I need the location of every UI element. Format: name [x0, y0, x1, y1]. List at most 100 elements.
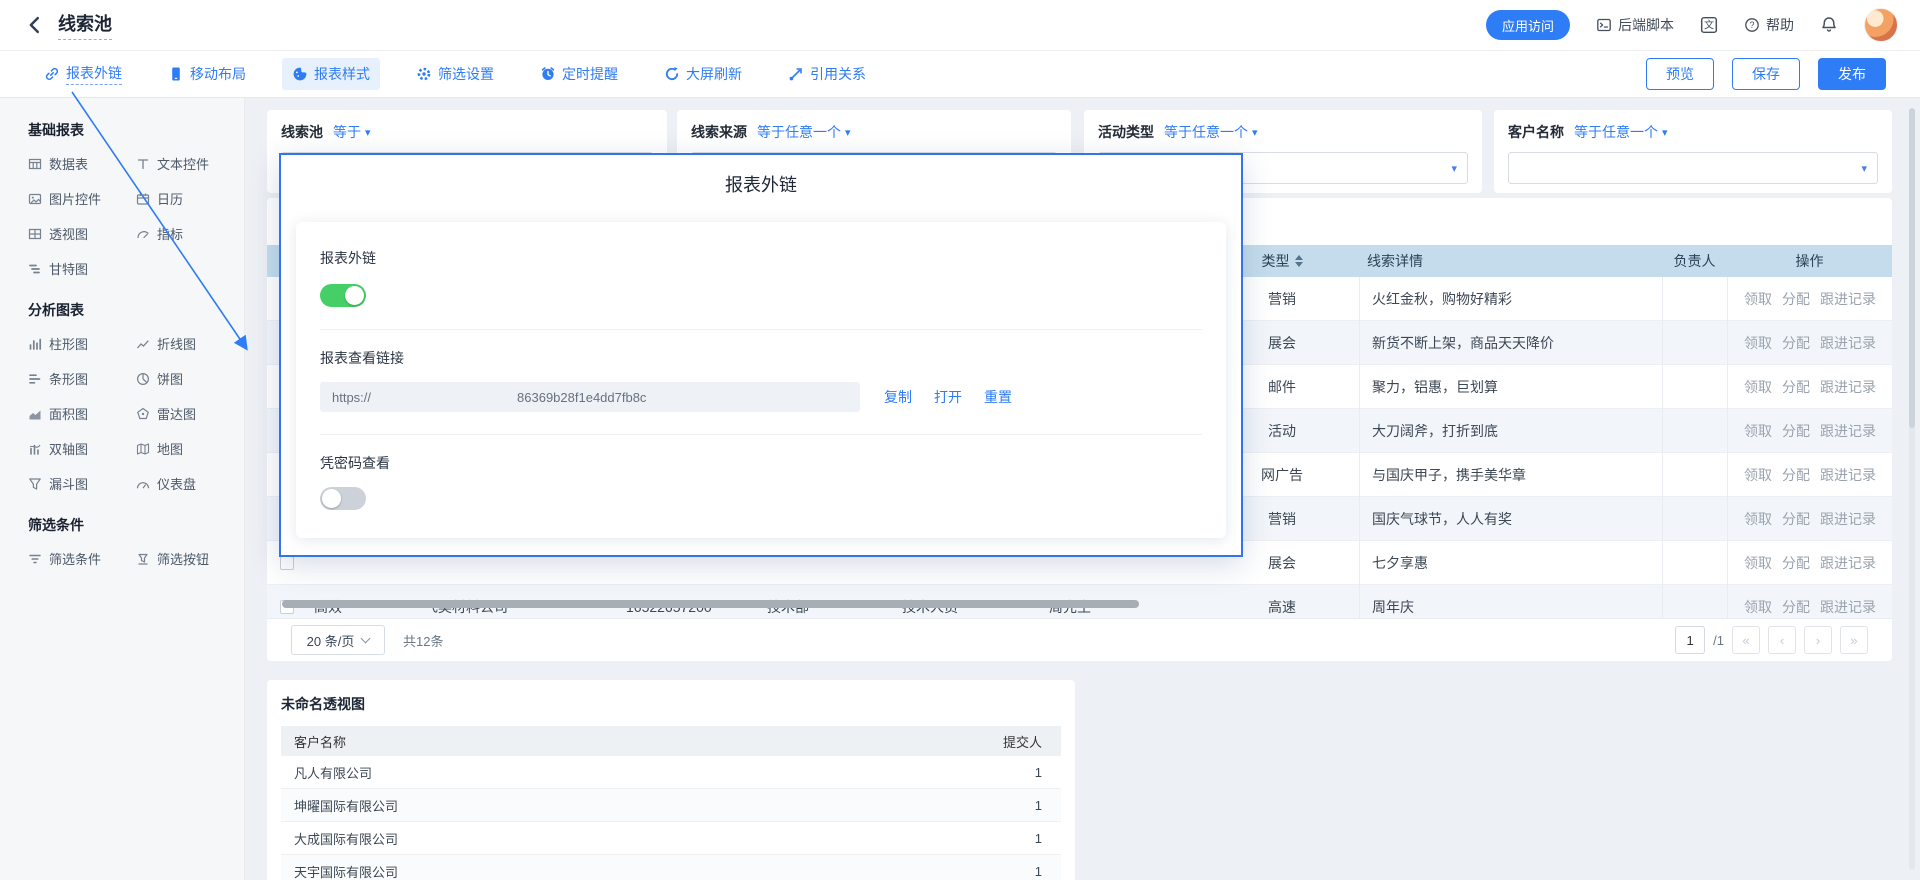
- sidebar-item-image-widget[interactable]: 图片控件: [28, 189, 136, 208]
- sort-icon[interactable]: [1295, 255, 1303, 267]
- claim-action[interactable]: 领取: [1744, 421, 1772, 441]
- current-page-input[interactable]: 1: [1675, 626, 1705, 654]
- svg-text:?: ?: [1749, 20, 1754, 30]
- assign-action[interactable]: 分配: [1782, 333, 1810, 353]
- help-button[interactable]: ? 帮助: [1744, 15, 1794, 35]
- page-size-select[interactable]: 20 条/页: [291, 625, 385, 655]
- sidebar-item-area-chart[interactable]: 面积图: [28, 404, 136, 423]
- followup-record-action[interactable]: 跟进记录: [1820, 333, 1876, 353]
- sidebar-group-title: 基础报表: [28, 120, 244, 140]
- vertical-scrollbar-thumb[interactable]: [1909, 108, 1915, 428]
- sidebar-item-gauge[interactable]: 仪表盘: [136, 474, 244, 493]
- filter-operator[interactable]: 等于任意一个: [757, 122, 851, 142]
- mobile-layout-icon: [168, 66, 184, 82]
- followup-record-action[interactable]: 跟进记录: [1820, 289, 1876, 309]
- reset-link-button[interactable]: 重置: [984, 387, 1012, 407]
- claim-action[interactable]: 领取: [1744, 333, 1772, 353]
- total-count: 共12条: [403, 631, 443, 650]
- pivot-column-customer: 客户名称: [281, 732, 346, 751]
- filter-select[interactable]: [1508, 152, 1878, 184]
- followup-record-action[interactable]: 跟进记录: [1820, 465, 1876, 485]
- cell-actions: 领取 分配 跟进记录: [1727, 365, 1892, 409]
- assign-action[interactable]: 分配: [1782, 597, 1810, 617]
- cell-actions: 领取 分配 跟进记录: [1727, 321, 1892, 365]
- cell-detail: 新货不断上架，商品天天降价: [1359, 321, 1662, 365]
- tab-screen-refresh[interactable]: 大屏刷新: [654, 58, 752, 90]
- sidebar-item-column-chart[interactable]: 柱形图: [28, 334, 136, 353]
- sidebar-item-filter-condition[interactable]: 筛选条件: [28, 549, 136, 568]
- dual-axis-chart-icon: [28, 442, 42, 456]
- avatar[interactable]: [1864, 8, 1898, 42]
- preview-button[interactable]: 预览: [1646, 58, 1714, 90]
- followup-record-action[interactable]: 跟进记录: [1820, 377, 1876, 397]
- sidebar-item-pie-chart[interactable]: 饼图: [136, 369, 244, 388]
- sidebar-item-data-table[interactable]: 数据表: [28, 154, 136, 173]
- sidebar-item-text-widget[interactable]: 文本控件: [136, 154, 244, 173]
- tab-report-external-link[interactable]: 报表外链: [34, 57, 132, 91]
- claim-action[interactable]: 领取: [1744, 509, 1772, 529]
- filter-button-icon: [136, 552, 150, 566]
- app-access-button[interactable]: 应用访问: [1486, 10, 1570, 40]
- cell-detail: 与国庆甲子，携手美华章: [1359, 453, 1662, 497]
- copy-link-button[interactable]: 复制: [884, 387, 912, 407]
- pivot-header-row: 客户名称 提交人: [281, 726, 1061, 756]
- open-link-button[interactable]: 打开: [934, 387, 962, 407]
- first-page-button[interactable]: [1732, 626, 1760, 654]
- report-link-field[interactable]: https:// 86369b28f1e4dd7fb8c: [320, 382, 860, 412]
- assign-action[interactable]: 分配: [1782, 509, 1810, 529]
- horizontal-scrollbar-thumb[interactable]: [282, 600, 1139, 608]
- filter-operator[interactable]: 等于任意一个: [1164, 122, 1258, 142]
- back-icon[interactable]: [22, 12, 48, 38]
- sidebar-item-map[interactable]: 地图: [136, 439, 244, 458]
- tab-mobile-layout[interactable]: 移动布局: [158, 58, 256, 90]
- sidebar-item-funnel-chart[interactable]: 漏斗图: [28, 474, 136, 493]
- publish-button[interactable]: 发布: [1818, 58, 1886, 90]
- followup-record-action[interactable]: 跟进记录: [1820, 553, 1876, 573]
- column-header-actions: 操作: [1727, 245, 1892, 277]
- assign-action[interactable]: 分配: [1782, 421, 1810, 441]
- sidebar-item-indicator[interactable]: 指标: [136, 224, 244, 243]
- row-checkbox[interactable]: [280, 556, 294, 570]
- cell-detail: 大刀阔斧，打折到底: [1359, 409, 1662, 453]
- external-link-toggle[interactable]: [320, 284, 366, 307]
- filter-operator[interactable]: 等于: [333, 122, 371, 142]
- filter-widget-customer-name[interactable]: 客户名称 等于任意一个: [1494, 110, 1892, 193]
- sidebar-item-bar-chart[interactable]: 条形图: [28, 369, 136, 388]
- tab-reference-relations[interactable]: 引用关系: [778, 58, 876, 90]
- assign-action[interactable]: 分配: [1782, 377, 1810, 397]
- next-page-button[interactable]: [1804, 626, 1832, 654]
- claim-action[interactable]: 领取: [1744, 553, 1772, 573]
- toggle-knob: [345, 286, 364, 305]
- assign-action[interactable]: 分配: [1782, 553, 1810, 573]
- sidebar-item-line-chart[interactable]: 折线图: [136, 334, 244, 353]
- assign-action[interactable]: 分配: [1782, 465, 1810, 485]
- password-view-toggle[interactable]: [320, 487, 366, 510]
- sidebar-item-dual-axis-chart[interactable]: 双轴图: [28, 439, 136, 458]
- tab-timed-reminder[interactable]: 定时提醒: [530, 58, 628, 90]
- followup-record-action[interactable]: 跟进记录: [1820, 421, 1876, 441]
- language-icon[interactable]: 文: [1700, 16, 1718, 34]
- prev-page-button[interactable]: [1768, 626, 1796, 654]
- sidebar-item-radar-chart[interactable]: 雷达图: [136, 404, 244, 423]
- backend-script-button[interactable]: 后端脚本: [1596, 15, 1674, 35]
- sidebar-item-gantt[interactable]: 甘特图: [28, 259, 136, 278]
- tab-filter-settings[interactable]: 筛选设置: [406, 58, 504, 90]
- claim-action[interactable]: 领取: [1744, 465, 1772, 485]
- sidebar-item-filter-button[interactable]: 筛选按钮: [136, 549, 244, 568]
- bell-icon[interactable]: [1820, 16, 1838, 34]
- followup-record-action[interactable]: 跟进记录: [1820, 509, 1876, 529]
- column-header-detail: 线索详情: [1359, 245, 1662, 277]
- pie-chart-icon: [136, 372, 150, 386]
- vertical-scrollbar[interactable]: [1909, 108, 1915, 870]
- claim-action[interactable]: 领取: [1744, 289, 1772, 309]
- filter-operator[interactable]: 等于任意一个: [1574, 122, 1668, 142]
- save-button[interactable]: 保存: [1732, 58, 1800, 90]
- sidebar-item-pivot[interactable]: 透视图: [28, 224, 136, 243]
- tab-report-style[interactable]: 报表样式: [282, 58, 380, 90]
- last-page-button[interactable]: [1840, 626, 1868, 654]
- assign-action[interactable]: 分配: [1782, 289, 1810, 309]
- claim-action[interactable]: 领取: [1744, 597, 1772, 617]
- claim-action[interactable]: 领取: [1744, 377, 1772, 397]
- followup-record-action[interactable]: 跟进记录: [1820, 597, 1876, 617]
- sidebar-item-calendar[interactable]: 日历: [136, 189, 244, 208]
